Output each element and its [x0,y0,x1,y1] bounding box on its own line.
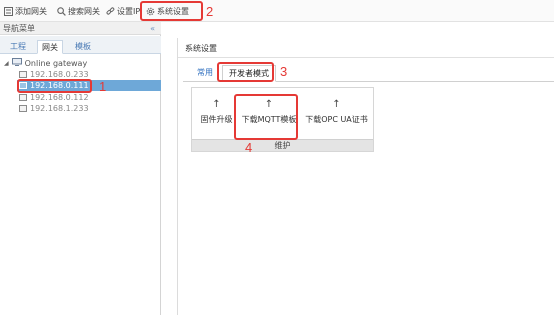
title-divider [178,57,554,58]
add-gateway-button[interactable]: 添加网关 [4,0,47,22]
download-opc-ua-certificate-button[interactable]: ↑ 下载OPC UA证书 [298,88,375,140]
callout-number: 2 [206,4,214,19]
search-gateway-button[interactable]: 搜索网关 [57,0,100,22]
toolbar: 添加网关 搜索网关 设置IP 系统设置 [0,0,554,22]
add-gateway-label: 添加网关 [15,6,47,16]
monitor-icon [11,58,22,68]
tree-item[interactable]: 192.168.0.112 [19,92,89,103]
sidebar-tabs: 工程 网关 模板 [0,36,161,54]
expand-triangle-icon[interactable]: ◢ [4,60,9,67]
add-gateway-icon [4,6,13,16]
set-ip-label: 设置IP [117,6,141,16]
gateway-node-icon [19,94,27,101]
annotation-box-mqtt-button [234,94,298,140]
tree-item-label: 192.168.0.112 [30,93,89,102]
callout-number: 4 [245,140,253,155]
search-icon [57,6,66,16]
annotation-box-gateway-item [17,79,92,93]
navigation-header: 导航菜单 « [0,22,161,35]
collapse-icon[interactable]: « [150,22,155,35]
group-label-maintenance: 维护 [192,139,373,151]
gateway-node-icon [19,105,27,112]
navigation-title: 导航菜单 [3,24,35,33]
callout-number: 1 [99,79,107,94]
upload-arrow-icon: ↑ [332,99,341,110]
tree-item[interactable]: 192.168.1.233 [19,103,89,114]
tab-template[interactable]: 模板 [71,40,95,54]
tree-item-label: 192.168.1.233 [30,104,89,113]
tab-gateway[interactable]: 网关 [37,40,63,54]
set-ip-button[interactable]: 设置IP [106,0,140,22]
page-title: 系统设置 [185,44,217,53]
annotation-box-system-settings [140,1,203,21]
download-opc-ua-certificate-label: 下载OPC UA证书 [305,115,368,124]
link-icon [106,6,115,16]
tree-root-online-gateway[interactable]: ◢ Online gateway [4,58,87,68]
tab-common[interactable]: 常用 [191,65,219,82]
search-gateway-label: 搜索网关 [68,6,100,16]
callout-number: 3 [280,64,288,79]
navigation-sidebar: 导航菜单 « 工程 网关 模板 ◢ Online gateway 192.168… [0,22,161,315]
tree-item-label: 192.168.0.233 [30,70,89,79]
tree-root-label: Online gateway [24,58,88,68]
gateway-node-icon [19,71,27,78]
tab-project[interactable]: 工程 [6,40,30,54]
annotation-box-developer-tab [217,62,274,82]
